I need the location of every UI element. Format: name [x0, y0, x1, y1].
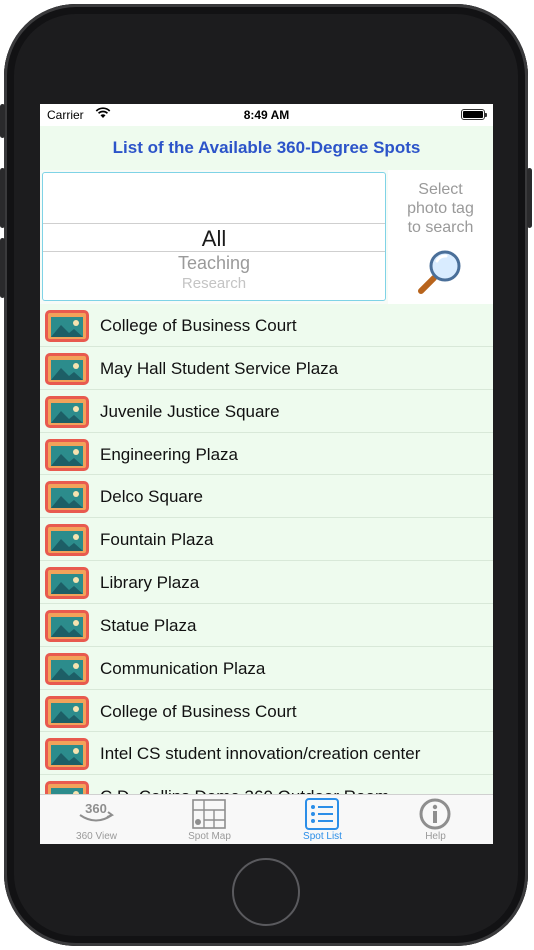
spot-name: Delco Square [100, 487, 204, 507]
search-hint-line: photo tag [407, 200, 474, 217]
volume-down-button [0, 238, 5, 298]
svg-text:360: 360 [85, 801, 107, 816]
photo-icon [45, 695, 89, 728]
photo-icon [45, 310, 89, 342]
picker-option[interactable]: Research [43, 275, 385, 292]
list-item[interactable]: Intel CS student innovation/creation cen… [40, 732, 493, 776]
picker-selected-option[interactable]: All [43, 226, 385, 252]
tab-label: Help [425, 831, 446, 842]
photo-icon [45, 524, 89, 557]
tab-label: Spot Map [188, 831, 231, 842]
spot-name: C.D. Collins Dome 360 Outdoor Room [100, 787, 389, 794]
picker-divider [43, 223, 385, 224]
tab-360-view[interactable]: 360 360 View [40, 795, 153, 844]
list-icon [305, 798, 339, 830]
page-title: List of the Available 360-Degree Spots [40, 126, 493, 170]
spot-name: Communication Plaza [100, 658, 266, 678]
list-item[interactable]: Library Plaza [40, 561, 493, 604]
volume-up-button [0, 168, 5, 228]
tab-spot-map[interactable]: Spot Map [153, 795, 266, 844]
tab-label: Spot List [303, 831, 342, 842]
photo-icon [45, 352, 89, 385]
info-icon [419, 798, 451, 830]
photo-icon [45, 609, 89, 642]
map-icon [192, 799, 226, 829]
app-screen: Carrier 8:49 AM List of the Available 36… [40, 104, 493, 844]
filter-area: All Teaching Research Select photo tag t… [40, 170, 493, 304]
spot-name: May Hall Student Service Plaza [100, 358, 339, 378]
tab-bar: 360 360 View Spot Map Spot List Help [40, 794, 493, 844]
photo-icon [45, 652, 89, 685]
list-item[interactable]: C.D. Collins Dome 360 Outdoor Room [40, 775, 493, 794]
tab-label: 360 View [76, 831, 117, 842]
list-item[interactable]: Statue Plaza [40, 603, 493, 647]
spot-name: Engineering Plaza [100, 444, 238, 464]
list-item[interactable]: Juvenile Justice Square [40, 389, 493, 433]
mute-switch [0, 104, 5, 138]
search-hint-line: to search [407, 219, 474, 236]
photo-icon [45, 738, 89, 771]
spot-name: College of Business Court [100, 316, 297, 335]
photo-icon [45, 481, 89, 514]
spot-name: College of Business Court [100, 701, 297, 721]
spot-name: Juvenile Justice Square [100, 401, 280, 421]
tag-picker[interactable]: All Teaching Research [42, 172, 386, 301]
search-panel: Select photo tag to search [388, 170, 493, 304]
tab-spot-list[interactable]: Spot List [266, 795, 379, 844]
photo-icon [45, 395, 89, 428]
list-item[interactable]: Engineering Plaza [40, 432, 493, 476]
spot-list[interactable]: College of Business Court May Hall Studen… [40, 304, 493, 794]
list-item[interactable]: Communication Plaza [40, 646, 493, 690]
spot-name: Intel CS student innovation/creation cen… [100, 744, 421, 764]
magnifier-icon[interactable] [416, 246, 466, 296]
search-hint-line: Select [418, 181, 463, 198]
list-item[interactable]: College of Business Court [40, 689, 493, 733]
picker-option[interactable]: Teaching [43, 253, 385, 274]
spot-name: Statue Plaza [100, 615, 197, 635]
search-hint: Select photo tag to search [388, 180, 493, 237]
status-bar: Carrier 8:49 AM [40, 104, 493, 126]
list-item[interactable]: May Hall Student Service Plaza [40, 346, 493, 390]
home-button[interactable] [232, 858, 300, 926]
photo-icon [45, 781, 89, 794]
list-item[interactable]: Delco Square [40, 475, 493, 519]
spot-name: Fountain Plaza [100, 530, 214, 550]
photo-icon [45, 567, 89, 600]
spot-name: Library Plaza [100, 573, 200, 593]
360-view-icon: 360 [79, 801, 115, 822]
battery-icon [461, 109, 487, 120]
power-button [527, 168, 532, 228]
photo-icon [45, 438, 89, 471]
tab-help[interactable]: Help [379, 795, 492, 844]
list-item[interactable]: Fountain Plaza [40, 518, 493, 562]
status-time: 8:49 AM [243, 108, 290, 122]
list-item[interactable]: College of Business Court [40, 304, 493, 347]
